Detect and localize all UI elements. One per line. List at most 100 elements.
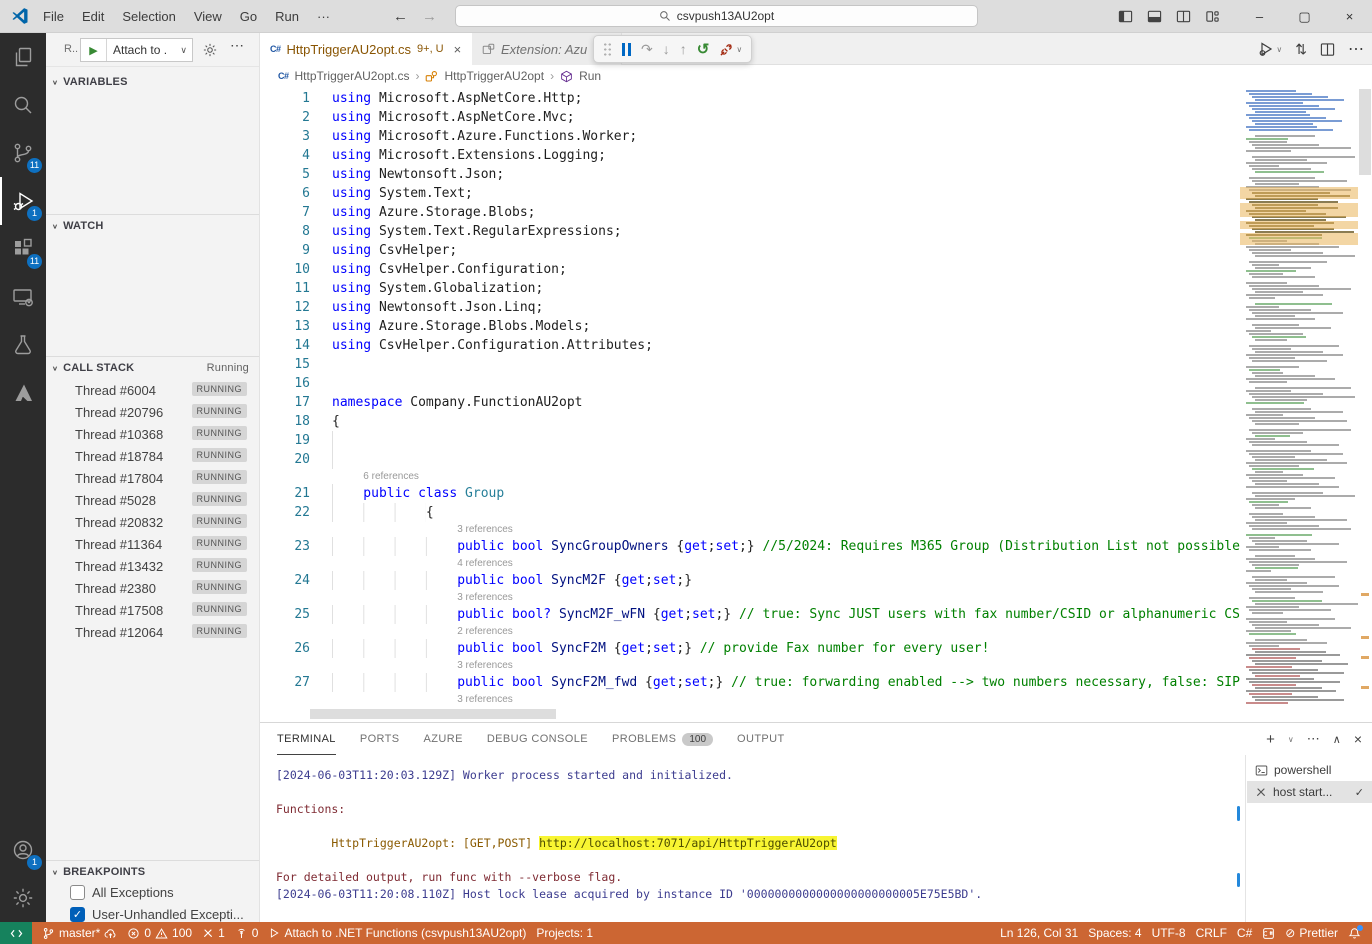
menu-overflow-icon[interactable]: ··· <box>308 0 339 33</box>
menu-selection[interactable]: Selection <box>113 0 184 33</box>
line-number[interactable]: 17 <box>260 393 310 412</box>
run-or-debug-icon[interactable]: ∨ <box>1258 41 1282 57</box>
status-item-encoding[interactable]: UTF-8 <box>1147 926 1191 940</box>
status-item-prettier[interactable]: ⊘Prettier <box>1280 926 1343 940</box>
terminal-line[interactable] <box>276 852 1246 869</box>
code-line[interactable]: 1using Microsoft.AspNetCore.Http; <box>260 89 1240 108</box>
thread-row[interactable]: Thread #20796RUNNING <box>46 401 259 423</box>
status-item-eol[interactable]: CRLF <box>1191 926 1232 940</box>
extensions-icon[interactable]: 11 <box>0 225 46 273</box>
thread-row[interactable]: Thread #13432RUNNING <box>46 555 259 577</box>
scrollbar-thumb[interactable] <box>1359 89 1371 175</box>
line-number[interactable]: 3 <box>260 127 310 146</box>
toolbar-drag-handle[interactable] <box>603 42 612 57</box>
open-changes-icon[interactable]: ⇅ <box>1295 41 1307 58</box>
thread-row[interactable]: Thread #5028RUNNING <box>46 489 259 511</box>
line-number[interactable]: 20 <box>260 450 310 469</box>
code-line[interactable]: 4using Microsoft.Extensions.Logging; <box>260 146 1240 165</box>
terminal-instance-hoststart[interactable]: host start...✓ <box>1247 781 1372 803</box>
settings-gear-icon[interactable] <box>0 874 46 922</box>
terminal-dropdown-icon[interactable]: ∨ <box>1288 735 1294 744</box>
code-line[interactable]: 12using Newtonsoft.Json.Linq; <box>260 298 1240 317</box>
status-item-tasks-count[interactable]: 1 <box>197 926 230 940</box>
thread-row[interactable]: Thread #11364RUNNING <box>46 533 259 555</box>
menu-run[interactable]: Run <box>266 0 308 33</box>
line-number[interactable]: 11 <box>260 279 310 298</box>
thread-row[interactable]: Thread #2380RUNNING <box>46 577 259 599</box>
status-item-git-branch[interactable]: master* <box>37 926 122 940</box>
code-line[interactable]: 6using System.Text; <box>260 184 1240 203</box>
restart-icon[interactable]: ↺ <box>697 40 710 58</box>
code-line[interactable]: 24public bool SyncM2F {get;set;} <box>260 571 1240 590</box>
line-number[interactable]: 23 <box>260 537 310 556</box>
code-line[interactable]: 22{ <box>260 503 1240 522</box>
breakpoint-checkbox[interactable]: ✓ <box>70 907 85 922</box>
terminal-line[interactable]: [2024-06-03T11:20:08.110Z] Host lock lea… <box>276 886 1246 903</box>
minimize-button[interactable]: – <box>1237 0 1282 33</box>
watch-section-header[interactable]: ∨WATCH <box>46 215 259 237</box>
status-item-indentation[interactable]: Spaces: 4 <box>1083 926 1146 940</box>
step-over-icon[interactable]: ↷ <box>641 41 653 58</box>
terminal-line[interactable] <box>276 818 1246 835</box>
menu-go[interactable]: Go <box>231 0 266 33</box>
line-number[interactable]: 1 <box>260 89 310 108</box>
status-item-language-mode[interactable]: C# <box>1232 926 1257 940</box>
menu-edit[interactable]: Edit <box>73 0 113 33</box>
sidebar-more-icon[interactable]: ⋯ <box>230 37 244 54</box>
panel-tab-azure[interactable]: AZURE <box>424 723 463 755</box>
line-number[interactable]: 19 <box>260 431 310 450</box>
codelens[interactable]: 6 references <box>260 469 1240 484</box>
new-terminal-icon[interactable]: + <box>1266 731 1275 748</box>
step-out-icon[interactable]: ↑ <box>680 41 687 57</box>
thread-row[interactable]: Thread #20832RUNNING <box>46 511 259 533</box>
line-number[interactable]: 22 <box>260 503 310 522</box>
line-number[interactable]: 9 <box>260 241 310 260</box>
code-line[interactable]: 11using System.Globalization; <box>260 279 1240 298</box>
start-debug-icon[interactable]: ▶ <box>81 39 107 61</box>
line-number[interactable]: 2 <box>260 108 310 127</box>
panel-tab-output[interactable]: OUTPUT <box>737 723 785 755</box>
customize-layout-icon[interactable] <box>1205 9 1220 24</box>
line-number[interactable]: 6 <box>260 184 310 203</box>
code-line[interactable]: 26public bool SyncF2M {get;set;} // prov… <box>260 639 1240 658</box>
status-item-projects[interactable]: Projects: 1 <box>531 926 598 940</box>
debug-launch-control[interactable]: ▶ Attach to . ∨ <box>80 38 193 62</box>
codelens[interactable]: 3 references <box>260 590 1240 605</box>
terminal-line[interactable]: HttpTriggerAU2opt: [GET,POST] http://loc… <box>276 835 1246 852</box>
code-line[interactable]: 20 <box>260 450 1240 469</box>
function-url[interactable]: http://localhost:7071/api/HttpTriggerAU2… <box>539 836 837 850</box>
tab-httptriggerau2opt[interactable]: C# HttpTriggerAU2opt.cs 9+, U × <box>260 33 472 65</box>
thread-row[interactable]: Thread #12064RUNNING <box>46 621 259 643</box>
status-item-debug-session[interactable]: Attach to .NET Functions (csvpush13AU2op… <box>263 926 531 940</box>
status-item-problems-counts[interactable]: 0100 <box>122 926 197 940</box>
panel-tab-debug-console[interactable]: DEBUG CONSOLE <box>487 723 588 755</box>
panel-tab-terminal[interactable]: TERMINAL <box>277 723 336 755</box>
code-line[interactable]: 25public bool? SyncM2F_wFN {get;set;} //… <box>260 605 1240 624</box>
explorer-icon[interactable] <box>0 33 46 81</box>
variables-section-header[interactable]: ∨VARIABLES <box>46 71 259 93</box>
code-line[interactable]: 10using CsvHelper.Configuration; <box>260 260 1240 279</box>
split-editor-icon[interactable] <box>1320 42 1335 57</box>
code-line[interactable]: 2using Microsoft.AspNetCore.Mvc; <box>260 108 1240 127</box>
code-line[interactable]: 21public class Group <box>260 484 1240 503</box>
breakpoints-section-header[interactable]: ∨BREAKPOINTS <box>46 861 259 883</box>
maximize-panel-icon[interactable]: ∧ <box>1333 733 1341 746</box>
minimap[interactable] <box>1240 87 1358 722</box>
toggle-panel-icon[interactable] <box>1147 9 1162 24</box>
thread-row[interactable]: Thread #18784RUNNING <box>46 445 259 467</box>
maximize-button[interactable]: ▢ <box>1282 0 1327 33</box>
editor-scrollbar[interactable] <box>1358 87 1372 722</box>
terminal-command-decoration[interactable] <box>1237 806 1240 821</box>
code-line[interactable]: 5using Newtonsoft.Json; <box>260 165 1240 184</box>
code-editor[interactable]: 1using Microsoft.AspNetCore.Http;2using … <box>260 87 1372 722</box>
line-number[interactable]: 16 <box>260 374 310 393</box>
run-debug-icon[interactable]: 1 <box>0 177 46 225</box>
pause-icon[interactable] <box>622 43 631 56</box>
step-into-icon[interactable]: ↓ <box>663 41 670 57</box>
panel-tab-problems[interactable]: PROBLEMS100 <box>612 723 713 755</box>
line-number[interactable]: 4 <box>260 146 310 165</box>
close-panel-icon[interactable]: × <box>1354 731 1362 747</box>
menu-file[interactable]: File <box>34 0 73 33</box>
code-line[interactable]: 18{ <box>260 412 1240 431</box>
launch-config-label[interactable]: Attach to . <box>107 43 175 57</box>
